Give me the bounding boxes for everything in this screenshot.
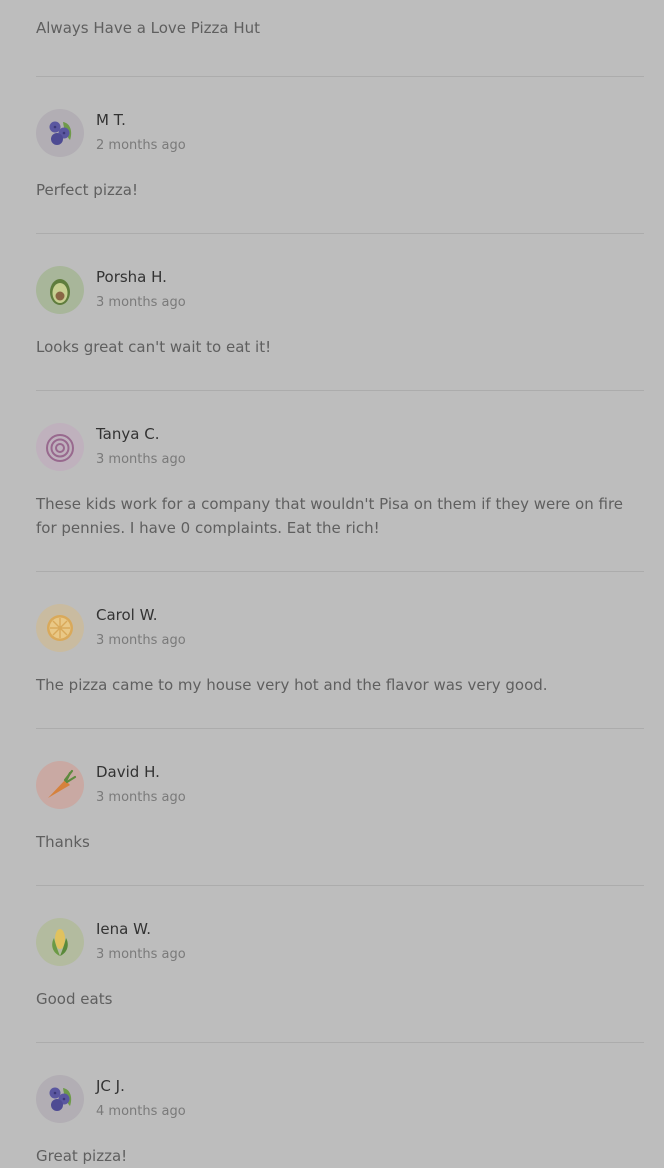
review-text: Good eats bbox=[36, 990, 113, 1008]
review-text: These kids work for a company that would… bbox=[36, 495, 624, 537]
reviewer-name: Iena W. bbox=[96, 920, 151, 938]
reviewer-name: JC J. bbox=[96, 1077, 125, 1095]
blueberry-icon bbox=[36, 109, 84, 157]
review-text: Thanks bbox=[36, 833, 90, 851]
review-divider bbox=[36, 885, 644, 886]
review-timestamp: 3 months ago bbox=[96, 295, 186, 310]
reviewer-name: Carol W. bbox=[96, 606, 158, 624]
review-timestamp: 3 months ago bbox=[96, 452, 186, 467]
reviewer-name: David H. bbox=[96, 763, 160, 781]
reviewer-name: M T. bbox=[96, 111, 126, 129]
corn-icon bbox=[36, 918, 84, 966]
reviewer-name: Tanya C. bbox=[96, 425, 160, 443]
blueberry-icon bbox=[36, 1075, 84, 1123]
review-divider bbox=[36, 233, 644, 234]
review-divider bbox=[36, 571, 644, 572]
review-text: Looks great can't wait to eat it! bbox=[36, 338, 272, 356]
review-text: Always Have a Love Pizza Hut bbox=[36, 19, 261, 37]
review-divider bbox=[36, 1042, 644, 1043]
review-timestamp: 3 months ago bbox=[96, 790, 186, 805]
carrot-icon bbox=[36, 761, 84, 809]
review-text: Perfect pizza! bbox=[36, 181, 138, 199]
reviewer-name: Porsha H. bbox=[96, 268, 167, 286]
review-divider bbox=[36, 728, 644, 729]
review-timestamp: 2 months ago bbox=[96, 138, 186, 153]
avocado-icon bbox=[36, 266, 84, 314]
orange-slice-icon bbox=[36, 604, 84, 652]
review-timestamp: 4 months ago bbox=[96, 1104, 186, 1119]
review-divider bbox=[36, 76, 644, 77]
review-timestamp: 3 months ago bbox=[96, 633, 186, 648]
review-text: The pizza came to my house very hot and … bbox=[36, 676, 548, 694]
onion-icon bbox=[36, 423, 84, 471]
review-text: Great pizza! bbox=[36, 1147, 128, 1165]
review-divider bbox=[36, 390, 644, 391]
review-timestamp: 3 months ago bbox=[96, 947, 186, 962]
